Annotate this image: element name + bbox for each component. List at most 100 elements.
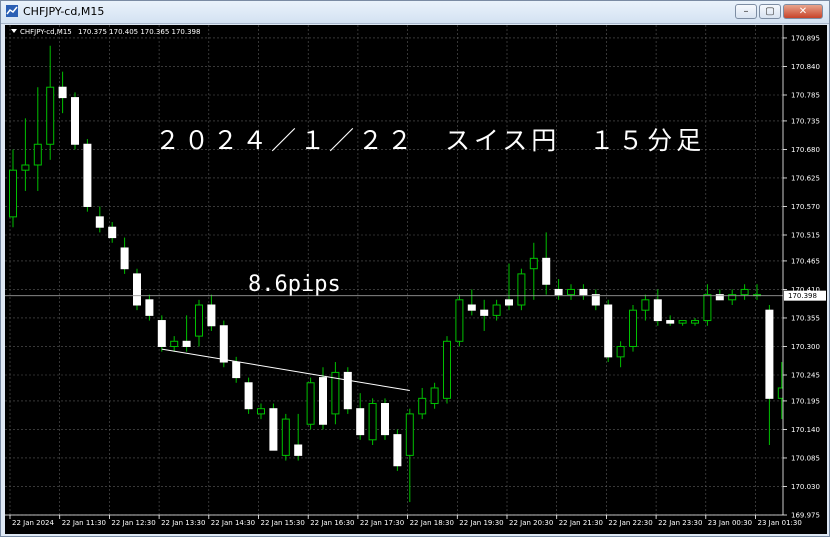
price-tick-label: 170.680 xyxy=(791,146,820,154)
title-bar[interactable]: CHFJPY-cd,M15 – ▢ ✕ xyxy=(1,1,829,24)
candle-body-bear xyxy=(108,226,117,239)
window-controls: – ▢ ✕ xyxy=(735,4,823,19)
candle-body-bull xyxy=(517,273,526,306)
candle-body-bull xyxy=(33,143,42,166)
candle-body-bear xyxy=(480,309,489,316)
ohlc-values: 170.375 170.405 170.365 170.398 xyxy=(78,28,200,36)
chart-annotation-title: ２０２４／１／２２ スイス円 １５分足 xyxy=(155,126,705,155)
svg-text:170.398: 170.398 xyxy=(788,292,817,300)
candle-body-bull xyxy=(418,397,427,415)
candle-body-bull xyxy=(46,86,55,145)
candle-body-bear xyxy=(71,97,79,145)
candle-body-bull xyxy=(195,304,203,337)
candle-body-bear xyxy=(294,444,303,456)
candle-body-bear xyxy=(554,288,563,296)
candle xyxy=(281,413,290,461)
candle xyxy=(83,139,92,212)
terminal-window: CHFJPY-cd,M15 – ▢ ✕ 170.895 170.840 170.78… xyxy=(0,0,830,537)
price-tick-label: 170.030 xyxy=(791,483,820,491)
candle-body-bear xyxy=(145,299,154,316)
candle xyxy=(629,305,637,352)
candle-body-bear xyxy=(120,247,129,270)
candle xyxy=(71,92,79,150)
candle-body-bull xyxy=(629,309,637,347)
price-tick-label: 170.570 xyxy=(791,203,820,211)
price-tick-label: 170.245 xyxy=(791,372,820,380)
minimize-button[interactable]: – xyxy=(735,4,757,19)
candle-body-bull xyxy=(257,408,265,415)
time-tick-label: 23 Jan 01:30 xyxy=(758,519,802,527)
current-price-label: 170.398 xyxy=(784,290,826,301)
time-tick-label: 22 Jan 21:30 xyxy=(559,519,603,527)
time-tick-label: 22 Jan 20:30 xyxy=(509,519,553,527)
candle-body-bear xyxy=(579,288,588,296)
candle-body-bull xyxy=(678,320,687,324)
candle xyxy=(368,398,377,445)
candlestick-chart[interactable]: 170.895 170.840 170.785 170.735 170.680 170.6… xyxy=(5,25,827,534)
restore-button[interactable]: ▢ xyxy=(759,4,781,19)
candle-body-bull xyxy=(9,169,17,218)
candle-body-bull xyxy=(616,345,625,358)
chart-app-icon xyxy=(6,5,18,17)
candle-body-bear xyxy=(133,273,141,306)
candle xyxy=(244,377,253,414)
price-tick-label: 170.300 xyxy=(791,343,820,351)
candle-body-bull xyxy=(405,413,414,456)
candle-body-bull xyxy=(368,403,377,441)
time-tick-label: 23 Jan 00:30 xyxy=(708,519,752,527)
candle-body-bull xyxy=(703,294,712,322)
time-tick-label: 22 Jan 14:30 xyxy=(211,519,255,527)
chart-area[interactable]: 170.895 170.840 170.785 170.735 170.680 170.6… xyxy=(5,25,827,534)
candle xyxy=(133,268,141,311)
symbol-label: CHFJPY-cd,M15 xyxy=(20,28,72,36)
candle-body-bear xyxy=(207,304,216,327)
candle-body-bear xyxy=(604,304,613,358)
close-button[interactable]: ✕ xyxy=(783,4,823,19)
price-tick-label: 170.625 xyxy=(791,174,820,182)
time-tick-label: 22 Jan 19:30 xyxy=(459,519,503,527)
candle-body-bull xyxy=(281,418,290,456)
candle xyxy=(343,367,352,414)
candle xyxy=(306,377,315,430)
candle-body-bull xyxy=(492,304,501,316)
price-tick-label: 170.895 xyxy=(791,34,820,42)
time-tick-label: 22 Jan 13:30 xyxy=(161,519,205,527)
time-tick-label: 22 Jan 15:30 xyxy=(261,519,305,527)
candle-body-bear xyxy=(95,216,104,228)
candle-body-bull xyxy=(306,382,315,425)
candle-body-bear xyxy=(505,299,513,306)
candle-body-bear xyxy=(542,257,551,285)
window-title: CHFJPY-cd,M15 xyxy=(23,5,105,18)
candle-body-bull xyxy=(170,340,179,347)
pips-annotation: 8.6pips xyxy=(248,272,341,297)
candle-body-bear xyxy=(467,304,476,311)
chart-info: CHFJPY-cd,M15 170.375 170.405 170.365 17… xyxy=(11,28,200,36)
candle-body-bear xyxy=(269,408,278,451)
price-tick-label: 170.465 xyxy=(791,257,820,265)
candle xyxy=(157,315,166,352)
candle-body-bear xyxy=(157,320,166,347)
price-tick-label: 170.515 xyxy=(791,232,820,240)
time-tick-label: 22 Jan 11:30 xyxy=(62,519,106,527)
price-tick-label: 170.785 xyxy=(791,92,820,100)
time-tick-label: 22 Jan 22:30 xyxy=(608,519,652,527)
candle-body-bear xyxy=(653,299,662,322)
price-tick-label: 170.195 xyxy=(791,397,820,405)
candle xyxy=(269,403,278,451)
candle-body-bull xyxy=(529,257,538,270)
time-tick-label: 22 Jan 2024 xyxy=(12,519,55,527)
candle-body-bull xyxy=(641,299,650,311)
candle-body-bull xyxy=(430,387,439,405)
candle-body-bear xyxy=(83,143,92,207)
candle-body-bear xyxy=(393,434,402,467)
candle-body-bear xyxy=(232,361,241,379)
candle xyxy=(393,429,402,471)
time-tick-label: 22 Jan 16:30 xyxy=(310,519,354,527)
candle xyxy=(455,294,464,347)
candle-body-bear xyxy=(219,325,228,363)
candle-body-bear xyxy=(182,340,191,347)
time-tick-label: 22 Jan 17:30 xyxy=(360,519,404,527)
candle xyxy=(381,398,389,440)
price-tick-label: 170.840 xyxy=(791,63,820,71)
price-tick-label: 170.355 xyxy=(791,314,820,322)
